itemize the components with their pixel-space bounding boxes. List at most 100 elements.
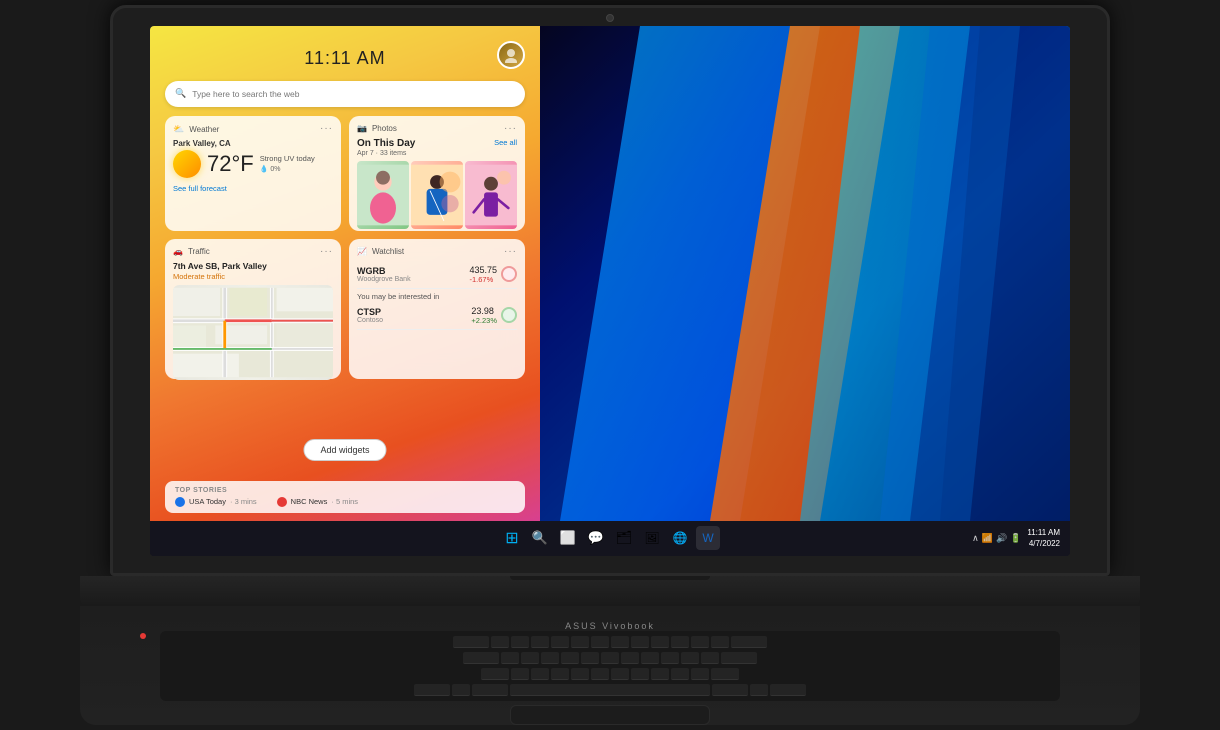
key-row-1 — [164, 635, 1056, 649]
top-stories-label: TOP STORIES — [175, 487, 515, 494]
traffic-widget[interactable]: 🚗 Traffic ··· 7th Ave SB, Park Valley Mo… — [165, 239, 341, 379]
stock2-change: +2.23% — [471, 316, 497, 325]
key-enter[interactable] — [721, 652, 757, 664]
weather-temperature: 72°F — [207, 151, 254, 177]
sun-icon — [173, 150, 201, 178]
photos-widget-title: 📷 Photos — [357, 124, 397, 133]
weather-humidity: 💧 0% — [260, 165, 315, 173]
widgets-panel: 11:11 AM 🔍 Type here to search the web — [150, 26, 540, 521]
photo-thumb-2 — [411, 161, 463, 229]
search-icon: 🔍 — [175, 88, 186, 99]
photos-widget[interactable]: 📷 Photos ··· On This Day Apr 7 · 33 item… — [349, 116, 525, 231]
keyboard-area: ASUS Vivobook — [80, 606, 1140, 725]
key-row-3 — [164, 667, 1056, 681]
wifi-icon[interactable]: 📶 — [982, 533, 993, 544]
key-tab[interactable] — [453, 636, 489, 648]
taskbar-time[interactable]: 11:11 AM 4/7/2022 — [1027, 527, 1060, 549]
photo-thumb-1 — [357, 161, 409, 229]
office-button[interactable]: W — [696, 526, 720, 550]
key-ctrl-r[interactable] — [770, 684, 806, 696]
traffic-address: 7th Ave SB, Park Valley — [173, 261, 333, 271]
stock2-price: 23.98 — [471, 306, 497, 316]
desktop: 11:11 AM 🔍 Type here to search the web — [150, 26, 1070, 556]
stock2-indicator — [501, 307, 517, 323]
cloud-icon: ⛅ — [173, 124, 184, 135]
volume-icon[interactable]: 🔊 — [996, 533, 1007, 544]
stock1-change: -1.67% — [469, 275, 497, 284]
laptop-brand-label: ASUS Vivobook — [565, 621, 655, 631]
weather-widget-title: ⛅ Weather — [173, 124, 219, 135]
search-bar[interactable]: 🔍 Type here to search the web — [165, 81, 525, 107]
explorer-button[interactable]: 🗂 — [612, 526, 636, 550]
key-row-4 — [164, 683, 1056, 697]
search-taskbar-button[interactable]: 🔍 — [528, 526, 552, 550]
keyboard — [160, 631, 1060, 701]
traffic-menu[interactable]: ··· — [320, 247, 333, 257]
interested-label: You may be interested in — [357, 289, 517, 302]
traffic-widget-title: 🚗 Traffic — [173, 247, 210, 256]
chat-button[interactable]: 💬 — [584, 526, 608, 550]
stock1-price: 435.75 — [469, 265, 497, 275]
photos-menu[interactable]: ··· — [504, 124, 517, 134]
stock1-company: Woodgrove Bank — [357, 276, 411, 283]
photos-date: Apr 7 · 33 items — [357, 150, 415, 157]
stock1-ticker: WGRB — [357, 266, 411, 276]
map-area — [173, 285, 333, 380]
watchlist-menu[interactable]: ··· — [504, 247, 517, 257]
weather-widget[interactable]: ⛅ Weather ··· Park Valley, CA 72°F — [165, 116, 341, 231]
story2-time: · 5 mins — [331, 497, 358, 506]
battery-icon[interactable]: 🔋 — [1010, 533, 1021, 544]
key-row-2 — [164, 651, 1056, 665]
stock2-company: Contoso — [357, 317, 383, 324]
start-button[interactable]: ⊞ — [500, 526, 524, 550]
stories-row: USA Today · 3 mins NBC News · 5 mins — [175, 497, 515, 507]
laptop-lid: 11:11 AM 🔍 Type here to search the web — [110, 5, 1110, 576]
wallpaper — [540, 26, 1070, 521]
watchlist-widget-title: 📈 Watchlist — [357, 247, 404, 256]
profile-avatar[interactable] — [497, 41, 525, 69]
search-placeholder: Type here to search the web — [192, 89, 299, 99]
screen: 11:11 AM 🔍 Type here to search the web — [150, 26, 1070, 556]
taskbar: ⊞ 🔍 ⬜ 💬 🗂 🖼 🌐 W ∧ 📶 � — [150, 521, 1070, 556]
stock1-indicator — [501, 266, 517, 282]
weather-location: Park Valley, CA — [173, 139, 333, 148]
photos-grid — [357, 161, 517, 229]
photos-icon: 📷 — [357, 124, 367, 133]
weather-menu[interactable]: ··· — [320, 124, 333, 134]
traffic-status: Moderate traffic — [173, 272, 333, 281]
story2-source-dot — [277, 497, 287, 507]
widget-grid: ⛅ Weather ··· Park Valley, CA 72°F — [165, 116, 525, 379]
photo-thumb-3 — [465, 161, 517, 229]
laptop-base — [80, 576, 1140, 606]
key-caps[interactable] — [463, 652, 499, 664]
watchlist-widget[interactable]: 📈 Watchlist ··· WGRB Woodgrove Bank — [349, 239, 525, 379]
taskbar-right: ∧ 📶 🔊 🔋 11:11 AM 4/7/2022 — [972, 527, 1060, 549]
key-space[interactable] — [510, 684, 710, 696]
story1-source: USA Today — [189, 497, 226, 506]
key-ctrl-l[interactable] — [414, 684, 450, 696]
weather-forecast-link[interactable]: See full forecast — [173, 184, 333, 193]
time-display: 11:11 AM — [150, 48, 540, 69]
keyboard-logo-dot — [140, 633, 146, 639]
stock-row-2[interactable]: CTSP Contoso 23.98 +2.23% — [357, 302, 517, 330]
stock-row-1[interactable]: WGRB Woodgrove Bank 435.75 -1.67% — [357, 261, 517, 289]
weather-description: Strong UV today — [260, 154, 315, 163]
system-tray: ∧ 📶 🔊 🔋 — [972, 533, 1021, 544]
touchpad[interactable] — [510, 705, 710, 725]
laptop: 11:11 AM 🔍 Type here to search the web — [60, 5, 1160, 725]
top-stories: TOP STORIES USA Today · 3 mins NBC News … — [165, 481, 525, 513]
story2-source: NBC News — [291, 497, 328, 506]
camera — [606, 14, 614, 22]
taskbar-center: ⊞ 🔍 ⬜ 💬 🗂 🖼 🌐 W — [500, 526, 720, 550]
add-widgets-button[interactable]: Add widgets — [303, 439, 386, 461]
tray-chevron[interactable]: ∧ — [972, 533, 979, 544]
story-2[interactable]: NBC News · 5 mins — [277, 497, 358, 507]
story1-source-dot — [175, 497, 185, 507]
stock2-ticker: CTSP — [357, 307, 383, 317]
photos-button[interactable]: 🖼 — [640, 526, 664, 550]
taskview-button[interactable]: ⬜ — [556, 526, 580, 550]
photos-see-all-link[interactable]: See all — [494, 138, 517, 147]
story-1[interactable]: USA Today · 3 mins — [175, 497, 257, 507]
edge-button[interactable]: 🌐 — [668, 526, 692, 550]
traffic-icon: 🚗 — [173, 247, 183, 256]
